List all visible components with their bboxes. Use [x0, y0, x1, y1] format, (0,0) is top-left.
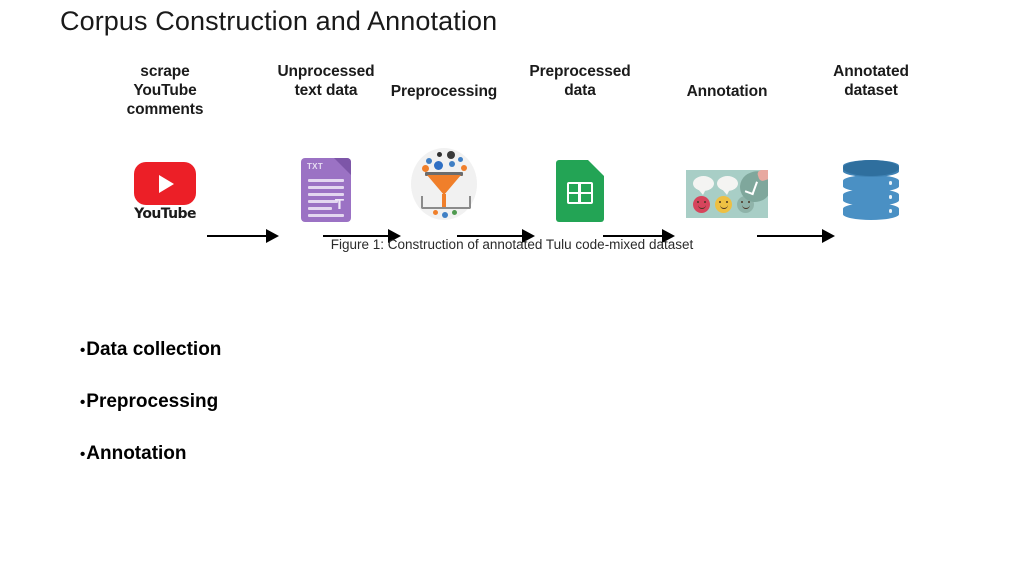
particle-dot — [437, 152, 442, 157]
mouth — [719, 205, 728, 209]
youtube-play-badge-icon — [134, 162, 196, 205]
mouth — [741, 205, 750, 209]
pipeline-stage-preprocessed-data: Preprocessed data — [513, 62, 647, 222]
stage-label: Annotated dataset — [833, 63, 909, 99]
pipeline-stage-preprocessing: Preprocessing — [383, 62, 505, 222]
page-fold-corner — [334, 158, 351, 175]
particle-dot — [449, 161, 455, 167]
bullet-list: • Data collection • Preprocessing • Anno… — [80, 338, 480, 494]
emoji-face-negative-icon — [693, 196, 710, 213]
pipeline-diagram: scrape YouTube comments YouTube Unproces… — [95, 62, 935, 243]
text-line — [308, 214, 344, 217]
txt-document-icon: TXT T — [301, 158, 351, 222]
mouth — [697, 205, 706, 209]
text-line — [308, 179, 344, 182]
bullet-marker: • — [80, 446, 86, 463]
text-line — [308, 186, 344, 189]
pipeline-stage-unprocessed-text-data: Unprocessed text data TXT T — [263, 62, 389, 222]
stage-label: scrape YouTube comments — [126, 63, 204, 118]
stage-label: Preprocessed data — [529, 63, 631, 99]
text-glyph: T — [334, 196, 344, 213]
particle-dot — [452, 210, 457, 215]
text-line — [308, 200, 338, 203]
particle-dot — [433, 210, 438, 215]
bullet-marker: • — [80, 394, 86, 411]
list-item-label: Preprocessing — [86, 391, 219, 412]
eye — [703, 201, 706, 204]
pipeline-stage-scrape-youtube-comments: scrape YouTube comments YouTube — [95, 62, 235, 222]
database-top-disc — [843, 160, 899, 176]
pipeline-stage-annotated-dataset: Annotated dataset — [807, 62, 935, 222]
particle-dot — [461, 165, 467, 171]
text-line — [308, 207, 332, 210]
speech-bubble-icon — [717, 176, 738, 195]
list-item: • Preprocessing — [80, 390, 480, 415]
eye — [719, 201, 722, 204]
spreadsheet-icon — [556, 160, 604, 222]
list-item: • Annotation — [80, 442, 480, 467]
youtube-logo-icon: YouTube — [126, 162, 204, 222]
stage-icon-slot: YouTube — [95, 148, 235, 222]
particle-dot — [434, 161, 443, 170]
youtube-wordmark: YouTube — [134, 206, 196, 222]
database-indicator-dot — [888, 209, 892, 213]
pipeline-stage-annotation: Annotation — [665, 62, 789, 222]
emoji-face-neutral-icon — [715, 196, 732, 213]
list-item-label: Annotation — [86, 443, 187, 464]
stage-icon-slot — [807, 148, 935, 222]
database-indicator-dot — [888, 181, 892, 185]
page-fold-corner — [588, 160, 604, 176]
speech-bubble-icon — [693, 176, 714, 195]
particle-dot — [442, 212, 448, 218]
funnel-bracket — [421, 196, 471, 209]
particle-dot — [422, 165, 429, 172]
stage-label: Unprocessed text data — [277, 63, 375, 99]
table-grid-glyph — [567, 182, 593, 204]
file-type-label: TXT — [307, 162, 324, 171]
annotation-labeling-icon — [686, 170, 768, 218]
list-item: • Data collection — [80, 338, 480, 363]
database-icon — [843, 160, 899, 222]
list-item-label: Data collection — [86, 339, 222, 360]
eye — [697, 201, 700, 204]
particle-dot — [458, 157, 463, 162]
stage-icon-slot — [383, 148, 505, 222]
bullet-marker: • — [80, 342, 86, 359]
eye — [725, 201, 728, 204]
eye — [741, 201, 744, 204]
particle-dot — [426, 158, 432, 164]
stage-icon-slot: TXT T — [263, 148, 389, 222]
funnel-filter-icon — [405, 148, 483, 222]
stage-icon-slot — [513, 148, 647, 222]
particle-dot — [447, 151, 455, 159]
funnel-cone — [427, 175, 461, 195]
database-indicator-dot — [888, 195, 892, 199]
stage-icon-slot — [665, 144, 789, 218]
figure-caption: Figure 1: Construction of annotated Tulu… — [330, 237, 694, 252]
stage-label: Annotation — [686, 83, 768, 100]
database-band — [843, 175, 899, 192]
page-title: Corpus Construction and Annotation — [60, 6, 498, 36]
stage-label: Preprocessing — [390, 83, 498, 100]
